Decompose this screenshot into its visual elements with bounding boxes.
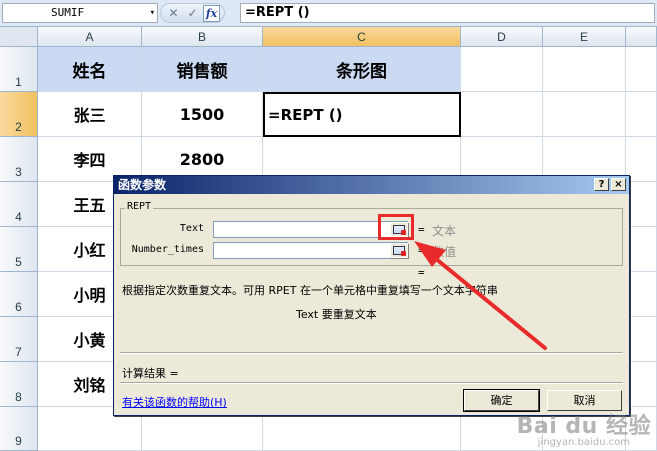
cell-d1[interactable] <box>461 47 543 92</box>
column-header-c[interactable]: C <box>263 27 461 47</box>
row-header-1[interactable]: 1 <box>0 47 38 92</box>
number-times-arg-equals: = <box>418 244 425 257</box>
row-header-5[interactable]: 5 <box>0 227 38 272</box>
dialog-title-bar[interactable]: 函数参数 ? × <box>114 176 629 194</box>
cell-b1[interactable]: 销售额 <box>142 47 263 92</box>
number-times-arg-type: 数值 <box>432 245 457 259</box>
cell-d2[interactable] <box>461 92 543 137</box>
cancel-button[interactable]: 取消 <box>547 390 622 411</box>
name-box-value: SUMIF <box>51 6 85 19</box>
cell-a2[interactable]: 张三 <box>38 92 142 137</box>
watermark-sub: jingyan.baidu.com <box>537 437 630 448</box>
column-header-a[interactable]: A <box>38 27 142 47</box>
row-header-9[interactable]: 9 <box>0 407 38 451</box>
column-header-b[interactable]: B <box>142 27 263 47</box>
row-header-4[interactable]: 4 <box>0 182 38 227</box>
argument-description: Text 要重复文本 <box>296 308 377 321</box>
function-help-link[interactable]: 有关该函数的帮助(H) <box>122 394 227 410</box>
check-icon[interactable]: ✓ <box>184 5 201 22</box>
cell-f1[interactable] <box>626 47 657 92</box>
cell-f7[interactable] <box>626 317 657 362</box>
dialog-title: 函数参数 <box>118 178 167 192</box>
insert-function-icon[interactable]: fx <box>203 4 220 22</box>
cell-c2-active[interactable]: =REPT () <box>263 92 461 137</box>
divider <box>120 352 623 354</box>
divider <box>120 382 623 384</box>
select-all-corner[interactable] <box>0 27 38 47</box>
row-header-8[interactable]: 8 <box>0 362 38 407</box>
cell-f8[interactable] <box>626 362 657 407</box>
formula-bar: SUMIF ▾ ✕ ✓ fx =REPT () <box>0 0 657 27</box>
help-icon[interactable]: ? <box>594 178 609 191</box>
function-arguments-dialog: 函数参数 ? × REPT Text = 文本 Number_times = 数… <box>113 175 630 416</box>
name-box[interactable]: SUMIF ▾ <box>2 3 158 23</box>
annotation-highlight-box <box>378 214 414 240</box>
ok-button[interactable]: 确定 <box>463 389 540 412</box>
column-header-f[interactable] <box>626 27 657 47</box>
cell-f2[interactable] <box>626 92 657 137</box>
close-icon[interactable]: × <box>611 178 626 191</box>
cell-e2[interactable] <box>543 92 626 137</box>
cancel-icon[interactable]: ✕ <box>165 5 182 22</box>
cell-f6[interactable] <box>626 272 657 317</box>
number-times-arg-label: Number_times <box>131 244 204 255</box>
row-header-6[interactable]: 6 <box>0 272 38 317</box>
watermark-logo: Bai du 经验 jingyan.baidu.com <box>517 416 651 448</box>
row-header-2[interactable]: 2 <box>0 92 38 137</box>
formula-buttons: ✕ ✓ fx <box>160 3 225 23</box>
function-name: REPT <box>125 201 154 212</box>
row-header-7[interactable]: 7 <box>0 317 38 362</box>
column-header-d[interactable]: D <box>461 27 543 47</box>
collapse-dialog-icon[interactable] <box>390 243 408 258</box>
cell-e1[interactable] <box>543 47 626 92</box>
cell-a1[interactable]: 姓名 <box>38 47 142 92</box>
formula-input[interactable]: =REPT () <box>240 3 655 23</box>
function-description: 根据指定次数重复文本。可用 RPET 在一个单元格中重复填写一个文本字符串 <box>122 284 498 297</box>
number-times-arg-input[interactable] <box>213 242 408 259</box>
chevron-down-icon[interactable]: ▾ <box>150 4 155 22</box>
text-arg-label: Text <box>179 223 204 234</box>
cell-f3[interactable] <box>626 137 657 182</box>
column-header-e[interactable]: E <box>543 27 626 47</box>
cell-b2[interactable]: 1500 <box>142 92 263 137</box>
text-arg-type: 文本 <box>432 224 457 238</box>
formula-result: 计算结果 = <box>122 367 179 380</box>
watermark-main: Bai du 经验 <box>516 414 651 439</box>
cell-f4[interactable] <box>626 182 657 227</box>
text-arg-equals: = <box>418 223 425 236</box>
function-result-equals: = <box>418 266 425 279</box>
row-header-3[interactable]: 3 <box>0 137 38 182</box>
cell-f5[interactable] <box>626 227 657 272</box>
cell-c1[interactable]: 条形图 <box>263 47 461 92</box>
